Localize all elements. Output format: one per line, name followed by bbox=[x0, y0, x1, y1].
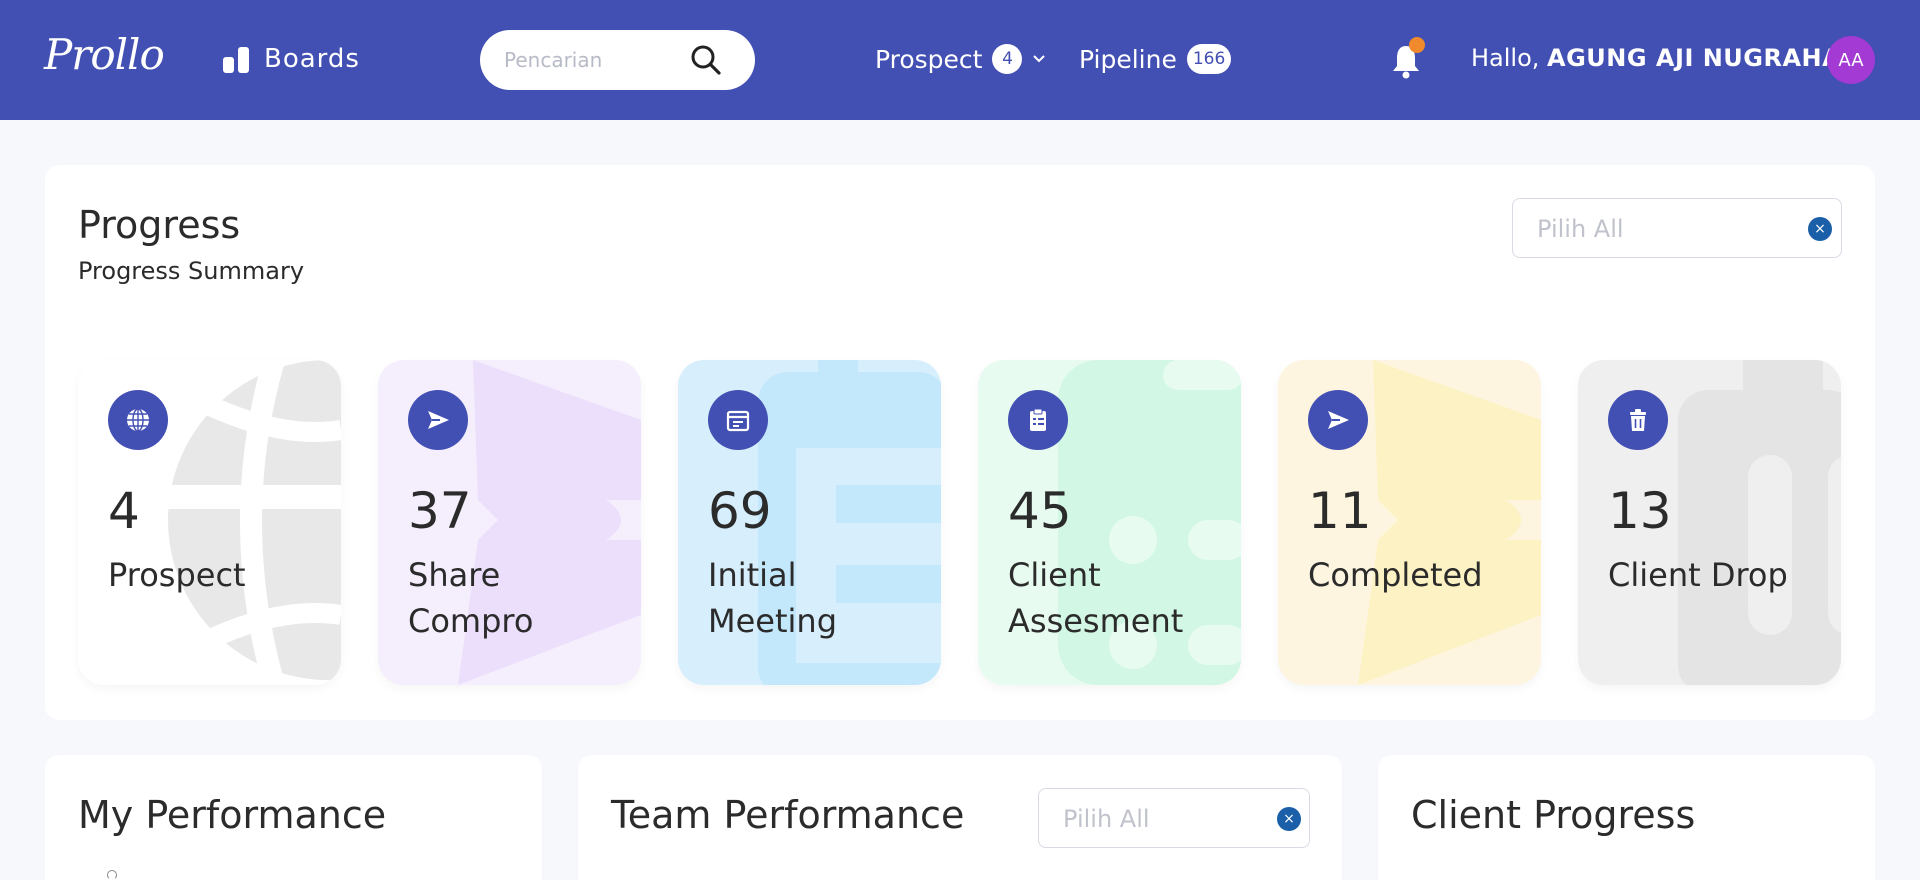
calendar-icon bbox=[708, 390, 768, 450]
clear-icon[interactable]: × bbox=[1277, 807, 1301, 831]
search-input[interactable] bbox=[504, 45, 684, 75]
boards-link[interactable]: Boards bbox=[222, 44, 360, 74]
chevron-down-icon bbox=[1033, 55, 1046, 63]
top-navbar: Prollo Boards Prospect 4 Pipeline 166 Ha… bbox=[0, 0, 1920, 120]
progress-card-share-compro[interactable]: 37 Share Compro bbox=[378, 360, 641, 685]
card-label: Client Drop bbox=[1608, 556, 1788, 594]
card-count: 45 bbox=[1008, 482, 1072, 540]
progress-filter-placeholder: Pilih All bbox=[1537, 215, 1624, 243]
team-performance-panel: Team Performance Pilih All × bbox=[578, 755, 1342, 880]
card-label: Prospect bbox=[108, 556, 246, 594]
avatar[interactable]: AA bbox=[1827, 36, 1875, 84]
user-name: AGUNG AJI NUGRAHA bbox=[1547, 44, 1842, 72]
prospect-label: Prospect bbox=[875, 44, 983, 74]
trash-icon bbox=[1608, 390, 1668, 450]
prospect-count-badge: 4 bbox=[992, 44, 1023, 74]
team-performance-title: Team Performance bbox=[611, 793, 965, 837]
pipeline-link[interactable]: Pipeline 166 bbox=[1079, 44, 1232, 74]
progress-card-initial-meeting[interactable]: 69 Initial Meeting bbox=[678, 360, 941, 685]
greeting-prefix: Hallo, bbox=[1471, 44, 1548, 72]
boards-label: Boards bbox=[264, 44, 360, 74]
card-count: 13 bbox=[1608, 482, 1672, 540]
user-greeting: Hallo, AGUNG AJI NUGRAHA bbox=[1471, 44, 1841, 72]
chart-start-marker bbox=[107, 870, 117, 880]
card-count: 69 bbox=[708, 482, 772, 540]
client-progress-panel: Client Progress bbox=[1378, 755, 1875, 880]
progress-title: Progress bbox=[78, 203, 241, 247]
card-label: Completed bbox=[1308, 556, 1483, 594]
card-count: 4 bbox=[108, 482, 140, 540]
my-performance-title: My Performance bbox=[78, 793, 387, 837]
progress-card-completed[interactable]: 11 Completed bbox=[1278, 360, 1541, 685]
pipeline-count-badge: 166 bbox=[1186, 44, 1232, 74]
progress-card-client-drop[interactable]: 13 Client Drop bbox=[1578, 360, 1841, 685]
pipeline-label: Pipeline bbox=[1079, 44, 1177, 74]
my-performance-panel: My Performance bbox=[45, 755, 542, 880]
notification-dot bbox=[1409, 37, 1425, 53]
card-count: 37 bbox=[408, 482, 472, 540]
boards-icon bbox=[222, 45, 252, 73]
progress-subtitle: Progress Summary bbox=[78, 257, 305, 285]
progress-panel: Progress Progress Summary Pilih All × 4 … bbox=[45, 165, 1875, 720]
progress-filter-select[interactable]: Pilih All × bbox=[1512, 198, 1842, 258]
app-logo[interactable]: Prollo bbox=[44, 30, 165, 79]
progress-card-prospect[interactable]: 4 Prospect bbox=[78, 360, 341, 685]
progress-card-client-assesment[interactable]: 45 Client Assesment bbox=[978, 360, 1241, 685]
card-count: 11 bbox=[1308, 482, 1372, 540]
card-label: Client Assesment bbox=[1008, 556, 1184, 640]
card-label: Share Compro bbox=[408, 556, 534, 640]
prospect-menu[interactable]: Prospect 4 bbox=[875, 44, 1046, 74]
card-label: Initial Meeting bbox=[708, 556, 838, 640]
clear-icon[interactable]: × bbox=[1808, 217, 1832, 241]
client-progress-title: Client Progress bbox=[1411, 793, 1696, 837]
team-filter-placeholder: Pilih All bbox=[1063, 805, 1150, 833]
send-icon bbox=[1308, 390, 1368, 450]
clipboard-icon bbox=[1008, 390, 1068, 450]
send-icon bbox=[408, 390, 468, 450]
globe-icon bbox=[108, 390, 168, 450]
team-filter-select[interactable]: Pilih All × bbox=[1038, 788, 1310, 848]
search-icon[interactable] bbox=[690, 44, 722, 76]
